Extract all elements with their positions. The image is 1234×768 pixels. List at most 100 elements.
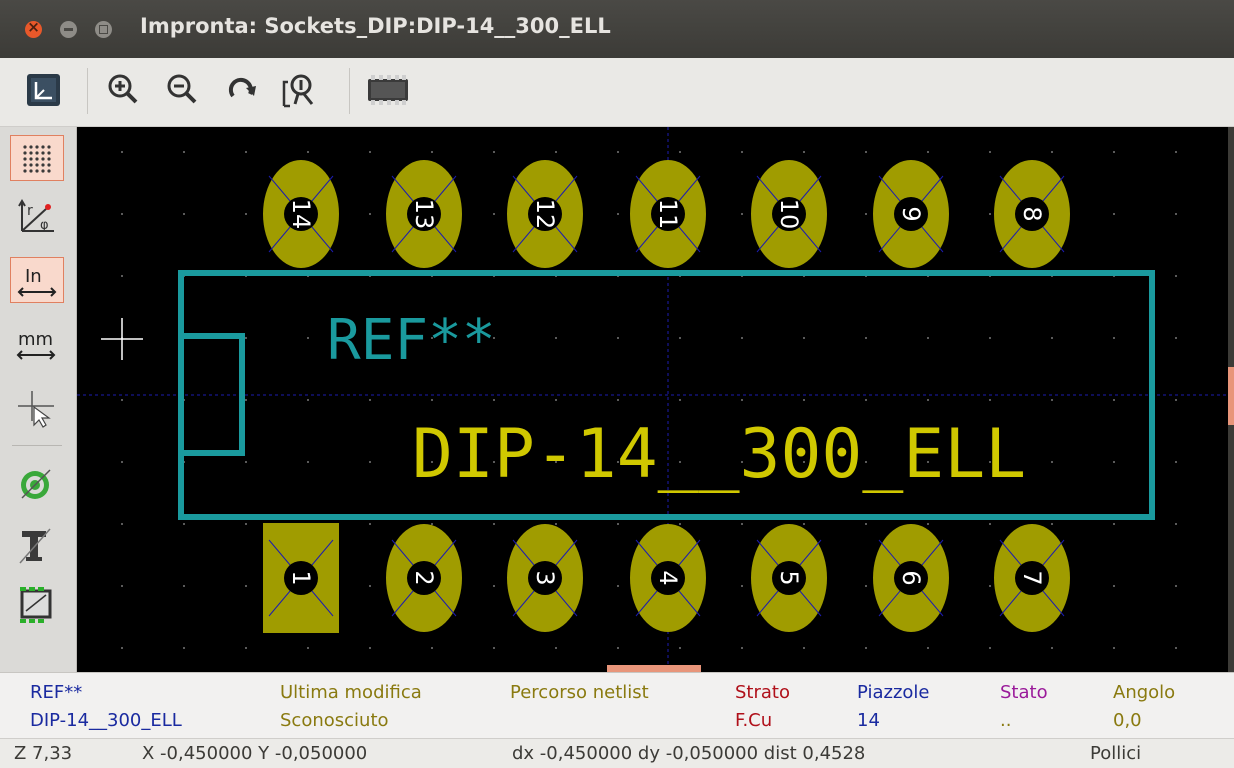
grid-dot: [1113, 213, 1115, 215]
horizontal-scroll-thumb[interactable]: [607, 665, 701, 672]
polar-coordinates-button[interactable]: r φ: [10, 193, 64, 239]
pad-3[interactable]: 3: [507, 524, 583, 632]
full-cursor-button[interactable]: [10, 385, 64, 431]
pad-number: 11: [654, 199, 682, 230]
left-toolbar: r φ In mm: [0, 127, 77, 672]
polar-r-label: r: [27, 203, 33, 219]
pad-13[interactable]: 13: [386, 160, 462, 268]
pad-number: 7: [1018, 570, 1046, 585]
zoom-auto-icon: [282, 74, 314, 108]
pad-10[interactable]: 10: [751, 160, 827, 268]
zoom-out-icon: [167, 74, 197, 104]
info-netlist-path-header: Percorso netlist: [510, 682, 649, 703]
grid-dot: [183, 213, 185, 215]
toolbar-separator: [349, 68, 350, 114]
value-text[interactable]: DIP-14__300_ELL: [412, 415, 1026, 494]
pad-8[interactable]: 8: [994, 160, 1070, 268]
pad-number: 9: [897, 206, 925, 221]
grid-dot: [183, 647, 185, 649]
pad-12[interactable]: 12: [507, 160, 583, 268]
grid-display-button[interactable]: [10, 135, 64, 181]
pad-sketch-button[interactable]: [10, 462, 64, 508]
minimize-window-button[interactable]: [60, 21, 77, 38]
polar-coordinates-icon: r φ: [18, 199, 54, 233]
drawing-canvas[interactable]: 14 13 12 11 10 9 8 12 3 456 7 REF** DIP-14__300_E…: [77, 127, 1228, 672]
pad-6[interactable]: 6: [873, 524, 949, 632]
grid-dot: [989, 647, 991, 649]
pad-number: 3: [531, 570, 559, 585]
grid-dot: [741, 151, 743, 153]
grid-dot: [803, 337, 805, 339]
grid-dot: [245, 213, 247, 215]
pad-number: 8: [1018, 206, 1046, 221]
redraw-button[interactable]: [222, 70, 262, 110]
pad-5[interactable]: 5: [751, 524, 827, 632]
info-pads: Piazzole 14: [857, 679, 929, 735]
info-pads-header: Piazzole: [857, 682, 930, 703]
pad-2[interactable]: 2: [386, 524, 462, 632]
pad-7[interactable]: 7: [994, 524, 1070, 632]
grid-dot: [617, 151, 619, 153]
info-last-change: Ultima modifica Sconosciuto: [280, 679, 422, 735]
message-panel: REF** DIP-14__300_ELL Ultima modifica Sc…: [0, 672, 1234, 739]
pad-number: 10: [775, 199, 803, 230]
zoom-out-button[interactable]: [162, 70, 202, 110]
grid-dot: [1051, 647, 1053, 649]
grid-dot: [121, 523, 123, 525]
pad-4[interactable]: 4: [630, 524, 706, 632]
grid-dot: [865, 337, 867, 339]
reference-text[interactable]: REF**: [327, 308, 496, 373]
grid-dot: [121, 461, 123, 463]
text-sketch-icon: [19, 528, 51, 564]
info-reference-header: REF**: [30, 682, 83, 703]
zoom-auto-button[interactable]: [280, 70, 320, 110]
grid-dot: [865, 213, 867, 215]
pad-9[interactable]: 9: [873, 160, 949, 268]
grid-dot: [493, 647, 495, 649]
units-inches-button[interactable]: In: [10, 257, 64, 303]
grid-dot: [803, 647, 805, 649]
vertical-scroll-thumb[interactable]: [1228, 367, 1234, 425]
grid-dot: [555, 647, 557, 649]
grid-dot: [617, 213, 619, 215]
zoom-in-button[interactable]: [103, 70, 143, 110]
bottom-pad-row: 1 2 3 4 5 6 7: [263, 523, 1070, 633]
info-angle: Angolo 0,0: [1113, 679, 1175, 735]
grid-dot: [617, 337, 619, 339]
title-bar: Impronta: Sockets_DIP:DIP-14__300_ELL: [0, 0, 1234, 58]
pad-sketch-icon: [21, 469, 51, 499]
pad-1[interactable]: 1: [263, 523, 339, 633]
grid-dot: [493, 151, 495, 153]
grid-dot: [617, 585, 619, 587]
pad-number: 12: [531, 199, 559, 230]
edge-sketch-button[interactable]: [10, 581, 64, 627]
grid-dot: [1175, 585, 1177, 587]
display-options-button[interactable]: [24, 70, 64, 110]
grid-dot: [865, 647, 867, 649]
grid-dot: [1175, 151, 1177, 153]
grid-dot: [121, 399, 123, 401]
grid-dot: [741, 399, 743, 401]
grid-dot: [1175, 275, 1177, 277]
grid-dot: [1113, 585, 1115, 587]
info-pads-value: 14: [857, 710, 880, 731]
pad-11[interactable]: 11: [630, 160, 706, 268]
grid-dot: [183, 523, 185, 525]
show-3d-footprint-button[interactable]: [365, 70, 408, 110]
units-mm-button[interactable]: mm: [10, 321, 64, 367]
text-sketch-button[interactable]: [10, 523, 64, 569]
grid-dot: [803, 523, 805, 525]
grid-dot: [369, 213, 371, 215]
zoom-in-icon: [108, 74, 138, 104]
vertical-scrollbar[interactable]: [1228, 127, 1234, 672]
maximize-window-button[interactable]: [95, 21, 112, 38]
info-status-value: ..: [1000, 710, 1012, 731]
close-window-button[interactable]: [25, 18, 42, 38]
units-inches-label: In: [25, 266, 42, 287]
grid-dot: [679, 337, 681, 339]
pad-14[interactable]: 14: [263, 160, 339, 268]
grid-dot: [1113, 337, 1115, 339]
grid-dot: [865, 151, 867, 153]
grid-dot: [369, 151, 371, 153]
grid-dot: [679, 399, 681, 401]
